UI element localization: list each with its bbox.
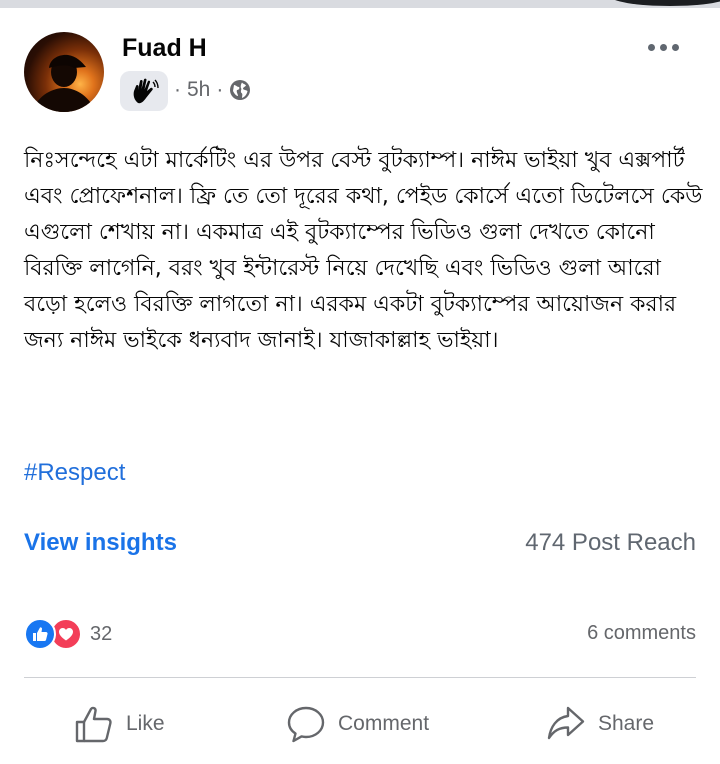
view-insights-link[interactable]: View insights (24, 529, 177, 557)
action-bar: Like Comment Share (0, 700, 720, 748)
globe-icon[interactable] (229, 79, 251, 101)
post-meta: · 5h · (174, 78, 251, 102)
meta-separator: · (174, 78, 181, 101)
hashtag-link[interactable]: #Respect (24, 459, 125, 487)
comment-button[interactable]: Comment (286, 700, 429, 748)
comments-count[interactable]: 6 comments (587, 622, 696, 645)
waving-hand-icon[interactable] (120, 71, 168, 111)
like-label: Like (126, 712, 165, 735)
reaction-count: 32 (90, 622, 113, 645)
thumbs-up-icon (75, 706, 112, 743)
like-button[interactable]: Like (74, 700, 165, 748)
share-label: Share (598, 712, 655, 735)
divider (24, 677, 696, 678)
like-icon (24, 618, 56, 650)
post-reach: 474 Post Reach (525, 529, 696, 556)
reactions-summary[interactable]: 32 (24, 617, 112, 651)
top-strip-shape (610, 0, 720, 6)
top-strip (0, 0, 720, 8)
comment-icon (287, 706, 325, 743)
meta-separator: · (216, 78, 224, 101)
post-time[interactable]: 5h (187, 78, 210, 102)
share-button[interactable]: Share (546, 700, 654, 748)
author-name[interactable]: Fuad H (122, 34, 207, 63)
more-options-icon[interactable] (648, 40, 688, 54)
avatar-silhouette (32, 54, 96, 112)
share-icon (547, 706, 585, 740)
avatar[interactable] (24, 32, 104, 112)
post-text: নিঃসন্দেহে এটা মার্কেটিং এর উপর বেস্ট বু… (24, 148, 703, 353)
comment-label: Comment (338, 712, 430, 735)
